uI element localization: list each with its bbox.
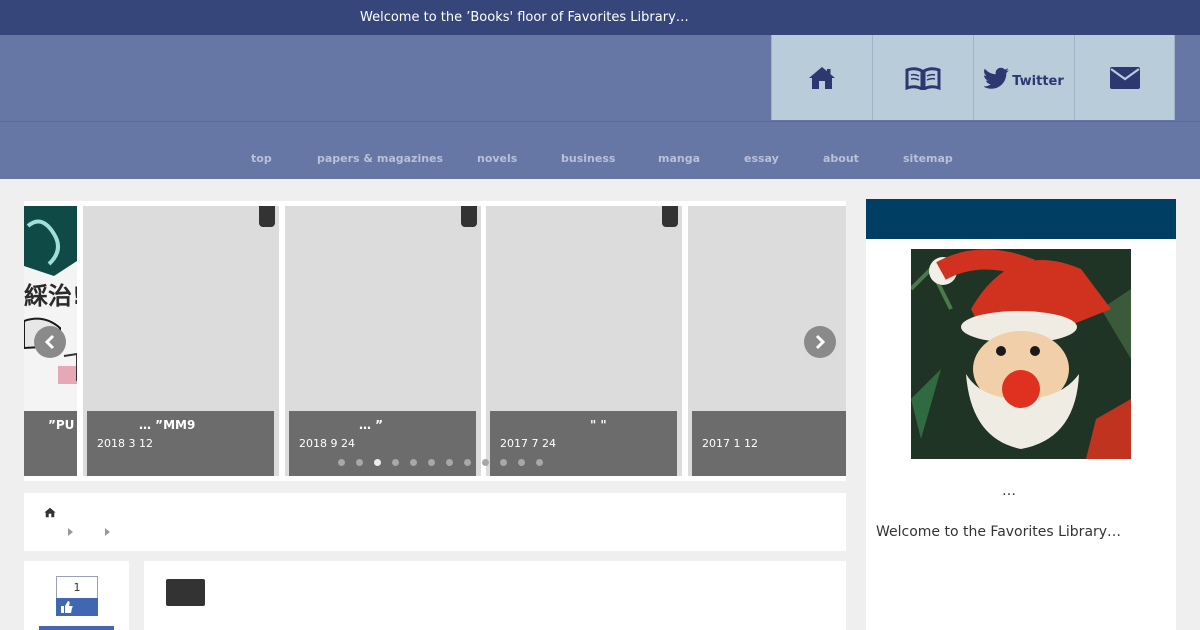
slider-dot[interactable] [518,459,525,466]
slider-dot[interactable] [410,459,417,466]
slider-dot[interactable] [428,459,435,466]
slide-caption: ”PU [24,411,77,476]
slider-dot[interactable] [392,459,399,466]
slider-dot[interactable] [500,459,507,466]
slide-card[interactable]: … ” 2018 9 24 [285,206,481,476]
sidebar-name: … [1002,483,1016,499]
nav-manga[interactable]: manga [658,152,700,165]
slider-dot[interactable] [338,459,345,466]
sidebar-welcome-text: Welcome to the Favorites Library… [876,524,1122,540]
slide-caption: 2017 1 12 [692,411,846,476]
header-nav-twitter[interactable]: Twitter [973,35,1074,120]
nav-top[interactable]: top [251,152,272,165]
slide-title: … ” [359,418,384,432]
top-bar: Welcome to the ’Books' floor of Favorite… [0,0,1200,35]
slider-dot[interactable] [464,459,471,466]
nav-essay[interactable]: essay [744,152,779,165]
slide-date: 2017 7 24 [500,437,556,450]
facebook-like-button[interactable] [56,598,98,616]
site-header: Twitter [0,35,1200,121]
nav-papers-magazines[interactable]: papers & magazines [317,152,443,165]
thumbs-up-icon [61,601,73,613]
svg-text:綵治!: 綵治! [24,282,77,310]
slide-thumbnail: 綵治! [24,206,77,411]
slide-caption: … ” 2018 9 24 [289,411,476,476]
slide-caption: … ”MM9 2018 3 12 [87,411,274,476]
category-tag [259,206,275,227]
slider-prev-button[interactable] [34,326,66,358]
slider-next-button[interactable] [804,326,836,358]
nav-about[interactable]: about [823,152,859,165]
global-nav: top papers & magazines novels business m… [0,121,1200,179]
header-nav-home[interactable] [771,35,872,120]
slide-title: ”PU [48,418,75,432]
sidebar: … Welcome to the Favorites Library… [866,199,1176,630]
twitter-icon [984,67,1010,89]
category-tag [662,206,678,227]
article-box [144,561,846,630]
slider-dot[interactable] [536,459,543,466]
slide-date: 2018 9 24 [299,437,355,450]
nav-business[interactable]: business [561,152,615,165]
sidebar-heading [866,199,1176,239]
category-label[interactable] [166,579,205,606]
slide-title: " " [590,418,607,432]
santa-ornament-photo [911,249,1131,459]
breadcrumb [24,493,846,551]
facebook-share-button[interactable] [39,626,114,630]
like-count: 1 [56,576,98,598]
nav-novels[interactable]: novels [477,152,517,165]
twitter-label: Twitter [1012,74,1064,89]
social-share-box: 1 [24,561,129,630]
profile-image [911,249,1131,459]
header-nav-books[interactable] [872,35,973,120]
slide-card[interactable]: " " 2017 7 24 [486,206,682,476]
slider-pagination [338,459,554,466]
slide-card[interactable]: … ”MM9 2018 3 12 [83,206,279,476]
slider-dot[interactable] [356,459,363,466]
slide-date: 2017 1 12 [702,437,758,450]
welcome-message: Welcome to the ’Books' floor of Favorite… [360,10,689,25]
caret-right-icon [105,528,110,536]
slide-date: 2018 3 12 [97,437,153,450]
home-icon [809,66,835,89]
nav-sitemap[interactable]: sitemap [903,152,953,165]
chevron-left-icon [44,334,55,350]
featured-slider: 綵治! ”PU … ”MM9 2018 3 12 … ” 2018 9 24 [24,201,846,481]
header-nav-contact[interactable] [1074,35,1175,120]
slider-dot[interactable] [446,459,453,466]
chevron-right-icon [815,334,826,350]
slider-dot[interactable] [374,459,381,466]
open-book-icon [905,66,941,90]
slider-dot[interactable] [482,459,489,466]
caret-right-icon [68,528,73,536]
category-tag [461,206,477,227]
header-nav: Twitter [771,35,1176,120]
slide-caption: " " 2017 7 24 [490,411,677,476]
slide-title: … ”MM9 [139,418,196,432]
envelope-icon [1109,66,1140,89]
home-icon[interactable] [44,507,56,518]
